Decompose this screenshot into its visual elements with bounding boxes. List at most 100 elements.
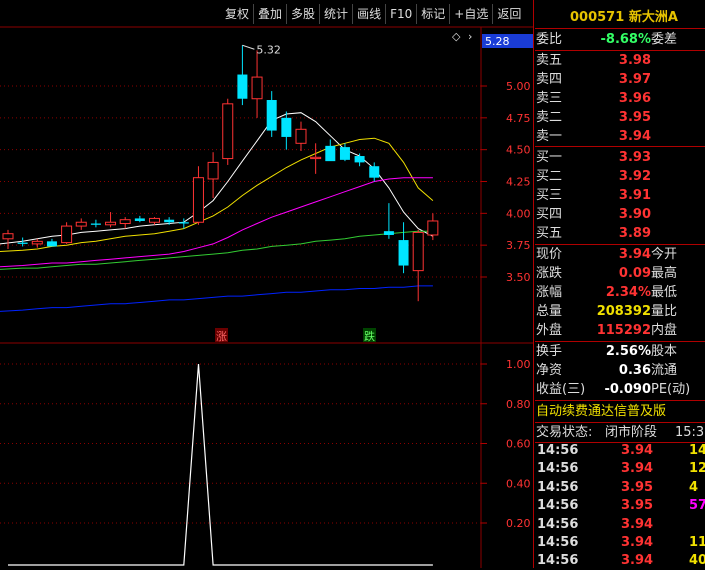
sell-level-4: 卖四 3.97 <box>535 70 705 89</box>
candle-body <box>339 147 350 160</box>
y-tick-label: 1.00 <box>506 358 531 371</box>
candle-body <box>325 145 336 162</box>
y-tick-label: 0.40 <box>506 477 531 490</box>
candle-body <box>119 219 131 225</box>
sell-level-5-value: 3.98 <box>618 53 651 68</box>
tick-volume: 12 <box>689 461 705 477</box>
panel-divider <box>533 0 534 568</box>
y-tick-label: 3.75 <box>506 239 531 252</box>
candle-body <box>398 240 409 266</box>
diamond-icon: ◇ <box>452 30 461 43</box>
tick-row: 14:56 3.94 14 <box>535 441 705 460</box>
tick-time: 14:56 <box>537 553 579 569</box>
tick-time: 14:56 <box>537 498 579 514</box>
candle-body <box>310 156 322 160</box>
trade-state-label: 交易状态: <box>536 425 593 440</box>
candle-body <box>31 240 43 245</box>
tick-volume: 40 <box>689 553 705 569</box>
sell-level-4-label: 卖四 <box>536 72 563 87</box>
quote-row-3-label2: 量比 <box>651 304 678 319</box>
buy-level-2-label: 买二 <box>536 169 563 184</box>
y-tick-label: 3.50 <box>506 271 531 284</box>
quote-row-4-value: 115292 <box>596 323 651 338</box>
tick-time: 14:56 <box>537 516 579 532</box>
quote-row-4-label2: 内盘 <box>651 323 678 338</box>
trade-state-row: 交易状态: 闭市阶段 15:3 <box>535 423 705 442</box>
candle-body <box>149 217 160 223</box>
buy-level-4-label: 买四 <box>536 207 563 222</box>
stat-row-1-label: 净资 <box>536 363 563 378</box>
tick-time: 14:56 <box>537 443 579 458</box>
promo-banner[interactable]: 自动续费通达信普及版 <box>535 402 705 421</box>
tick-price: 3.94 <box>621 443 654 458</box>
stock-code: 000571 <box>570 10 625 25</box>
peak-pointer <box>242 44 255 50</box>
y-tick-label: 5.00 <box>506 80 531 93</box>
sell-level-2-label: 卖二 <box>536 110 563 125</box>
candle-body <box>281 117 292 137</box>
indicator-line <box>8 363 433 566</box>
quote-panel: 000571 新大洲A 委比 -8.68% 委差 卖五 3.98 卖四 3.97 卖三 3… <box>535 0 705 568</box>
stat-row-2: 收益(三) -0.090 PE(动) <box>535 380 705 399</box>
quote-row-2-value: 2.34% <box>605 285 651 300</box>
stock-name: 新大洲A <box>628 10 678 25</box>
y-tick-label: 0.60 <box>506 438 531 451</box>
tick-row: 14:56 3.94 <box>535 515 705 534</box>
quote-row-0: 现价 3.94 今开 <box>535 245 705 264</box>
order-ratio-row: 委比 -8.68% 委差 <box>535 30 705 49</box>
divider <box>535 400 705 401</box>
order-ratio-label: 委比 <box>536 32 563 47</box>
tick-row: 14:56 3.94 40 <box>535 551 705 570</box>
buy-level-3-label: 买三 <box>536 188 563 203</box>
buy-level-5-label: 买五 <box>536 226 563 241</box>
kline-chart[interactable]: 5.00 4.75 4.50 4.25 4.00 3.75 3.50 5.28 ◇ › 5.32 涨 跌… <box>0 0 533 568</box>
buy-level-5: 买五 3.89 <box>535 224 705 243</box>
promo-text[interactable]: 自动续费通达信普及版 <box>536 402 666 421</box>
sell-level-3: 卖三 3.96 <box>535 89 705 108</box>
tick-volume: 4 <box>689 479 699 495</box>
buy-level-2-value: 3.92 <box>618 169 651 184</box>
tick-row: 14:56 3.95 4 <box>535 478 705 497</box>
tick-time: 14:56 <box>537 461 579 477</box>
ma-line-ma120 <box>0 285 433 312</box>
tick-price: 3.95 <box>621 498 654 514</box>
peak-label: 5.32 <box>256 43 281 56</box>
buy-level-3-value: 3.91 <box>618 188 651 203</box>
divider <box>535 146 705 147</box>
candle-body <box>61 225 73 244</box>
buy-level-1: 买一 3.93 <box>535 148 705 167</box>
sell-level-2-value: 3.95 <box>618 110 651 125</box>
quote-row-0-label: 现价 <box>536 247 563 262</box>
candle-body <box>251 76 263 100</box>
down-mark: 跌 <box>364 329 375 343</box>
quote-row-3-value: 208392 <box>596 304 651 319</box>
buy-level-1-value: 3.93 <box>618 150 651 165</box>
sell-level-3-label: 卖三 <box>536 91 563 106</box>
candle-body <box>354 156 365 163</box>
up-mark: 涨 <box>216 330 227 343</box>
candle-body <box>266 100 277 131</box>
quote-row-2: 涨幅 2.34% 最低 <box>535 283 705 302</box>
stock-title: 000571 新大洲A <box>570 6 678 25</box>
y-tick-label: 0.20 <box>506 517 531 530</box>
stat-row-0: 换手 2.56% 股本 <box>535 342 705 361</box>
y-tick-label: 4.25 <box>506 176 531 189</box>
price-tag: 5.28 <box>485 35 510 48</box>
buy-level-4-value: 3.90 <box>618 207 651 222</box>
tick-row: 14:56 3.94 11 <box>535 533 705 552</box>
buy-level-2: 买二 3.92 <box>535 167 705 186</box>
quote-row-2-label2: 最低 <box>651 285 678 300</box>
quote-row-3-label: 总量 <box>536 304 563 319</box>
candle-body <box>75 221 87 227</box>
stat-row-2-label2: PE(动) <box>651 382 691 397</box>
stat-row-1: 净资 0.36 流通 <box>535 361 705 380</box>
candle-body <box>207 161 219 180</box>
order-ratio-value: -8.68% <box>600 32 652 47</box>
candle-body <box>90 223 101 225</box>
chevron-right-icon: › <box>468 30 472 43</box>
candle-body <box>164 219 175 223</box>
candle-body <box>369 166 380 178</box>
tick-volume: 11 <box>689 535 705 550</box>
quote-row-3: 总量 208392 量比 <box>535 302 705 321</box>
candle-body <box>237 74 248 99</box>
